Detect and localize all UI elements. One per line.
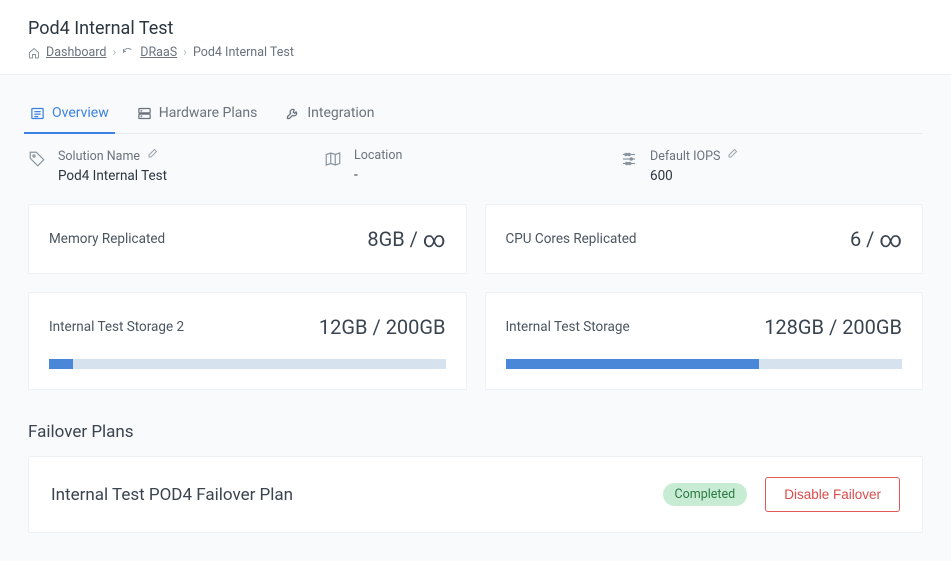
list-icon: [30, 106, 45, 121]
breadcrumb-separator: ›: [183, 45, 187, 60]
page-title: Pod4 Internal Test: [28, 18, 923, 39]
edit-icon[interactable]: [146, 148, 158, 164]
content-area: Overview Hardware Plans Integration Solu…: [0, 95, 951, 561]
failover-plan-card: Internal Test POD4 Failover Plan Complet…: [28, 456, 923, 533]
card-value: 12GB / 200GB: [319, 315, 446, 339]
tabs: Overview Hardware Plans Integration: [28, 95, 923, 134]
info-value: -: [354, 167, 402, 183]
progress-fill: [506, 359, 760, 369]
card-label: CPU Cores Replicated: [506, 231, 637, 247]
breadcrumb-draas-link[interactable]: DRaaS: [140, 45, 177, 60]
edit-icon[interactable]: [726, 148, 738, 164]
tab-label: Integration: [307, 105, 374, 121]
card-label: Memory Replicated: [49, 231, 165, 247]
info-label: Solution Name: [58, 148, 167, 164]
breadcrumb-dashboard-link[interactable]: Dashboard: [46, 45, 106, 60]
server-icon: [137, 106, 152, 121]
page-header: Pod4 Internal Test Dashboard › DRaaS › P…: [0, 0, 951, 75]
card-memory-replicated: Memory Replicated 8GB / ∞: [28, 204, 467, 274]
card-label: Internal Test Storage: [506, 319, 630, 335]
map-icon: [324, 148, 342, 172]
progress-fill: [49, 359, 73, 369]
stats-grid: Memory Replicated 8GB / ∞ CPU Cores Repl…: [28, 204, 923, 390]
info-solution-name: Solution Name Pod4 Internal Test: [28, 148, 324, 184]
home-icon: [28, 47, 40, 59]
tab-integration[interactable]: Integration: [283, 95, 376, 133]
card-label: Internal Test Storage 2: [49, 319, 184, 335]
wrench-icon: [285, 106, 300, 121]
info-label: Default IOPS: [650, 148, 738, 164]
failover-plan-name: Internal Test POD4 Failover Plan: [51, 485, 293, 505]
disable-failover-button[interactable]: Disable Failover: [765, 477, 900, 512]
abacus-icon: [620, 148, 638, 172]
failover-plans-title: Failover Plans: [28, 422, 923, 442]
tab-label: Hardware Plans: [159, 105, 258, 121]
breadcrumb: Dashboard › DRaaS › Pod4 Internal Test: [28, 45, 923, 60]
info-default-iops: Default IOPS 600: [620, 148, 916, 184]
card-internal-test-storage: Internal Test Storage 128GB / 200GB: [485, 292, 924, 390]
tab-overview[interactable]: Overview: [28, 95, 111, 133]
refresh-icon: [122, 47, 134, 59]
card-value: 6 / ∞: [850, 227, 902, 252]
info-value: 600: [650, 168, 738, 184]
overview-info-row: Solution Name Pod4 Internal Test Locatio…: [28, 148, 923, 184]
tag-icon: [28, 148, 46, 172]
info-label: Location: [354, 148, 402, 163]
card-value: 8GB / ∞: [367, 227, 445, 252]
progress-bar: [49, 359, 446, 369]
info-location: Location -: [324, 148, 620, 184]
info-value: Pod4 Internal Test: [58, 168, 167, 184]
card-internal-test-storage-2: Internal Test Storage 2 12GB / 200GB: [28, 292, 467, 390]
tab-label: Overview: [52, 105, 109, 121]
failover-plan-actions: Completed Disable Failover: [663, 477, 900, 512]
card-value: 128GB / 200GB: [764, 315, 902, 339]
breadcrumb-separator: ›: [112, 45, 116, 60]
progress-bar: [506, 359, 903, 369]
status-badge: Completed: [663, 483, 748, 506]
breadcrumb-current: Pod4 Internal Test: [193, 45, 294, 60]
tab-hardware-plans[interactable]: Hardware Plans: [135, 95, 260, 133]
card-cpu-cores-replicated: CPU Cores Replicated 6 / ∞: [485, 204, 924, 274]
